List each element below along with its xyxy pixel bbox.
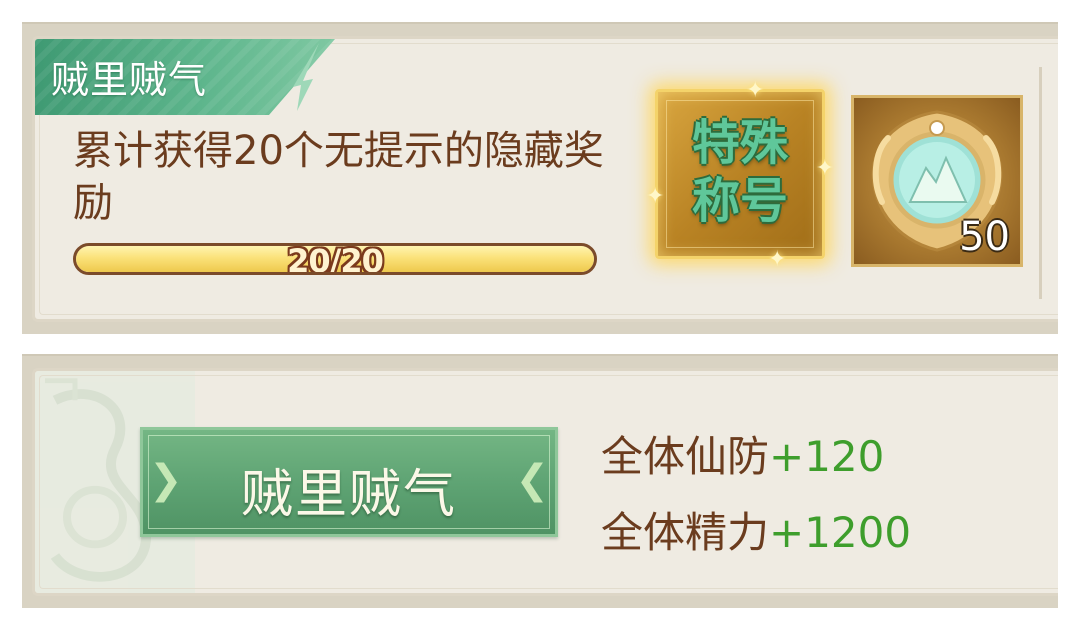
item-reward[interactable]: 50: [851, 95, 1023, 267]
achievement-panel: 贼里贼气 累计获得20个无提示的隐藏奖励 20/20 特殊 称号 ✦ ✦ ✦ ✦ …: [22, 22, 1058, 334]
attribute-list: 全体仙防+120 全体精力+1200: [601, 419, 911, 571]
banner-title: 贼里贼气: [240, 465, 457, 525]
sparkle-icon: ✦: [646, 184, 665, 209]
special-title-label: 特殊 称号: [691, 115, 788, 229]
attribute-row: 全体仙防+120: [601, 419, 911, 495]
item-count: 50: [959, 214, 1010, 260]
divider: [1039, 67, 1042, 299]
attribute-row: 全体精力+1200: [601, 495, 911, 571]
sparkle-icon: ✦: [746, 78, 765, 103]
attribute-value: +1200: [769, 508, 912, 557]
achievement-card: 贼里贼气 累计获得20个无提示的隐藏奖励 20/20 特殊 称号 ✦ ✦ ✦ ✦ …: [32, 36, 1058, 322]
achievement-title: 贼里贼气: [51, 58, 208, 102]
title-preview-panel: ❯ ❮ 贼里贼气 全体仙防+120 全体精力+1200: [22, 354, 1058, 608]
title-preview-card: ❯ ❮ 贼里贼气 全体仙防+120 全体精力+1200: [32, 368, 1058, 596]
progress-bar: 20/20: [73, 243, 597, 275]
sparkle-icon: ✦: [768, 247, 787, 272]
title-banner: ❯ ❮ 贼里贼气: [140, 427, 558, 537]
progress-text: 20/20: [287, 243, 384, 275]
attribute-name: 全体仙防: [601, 432, 770, 481]
sparkle-icon: ✦: [815, 156, 834, 181]
attribute-name: 全体精力: [601, 508, 770, 557]
special-title-reward[interactable]: 特殊 称号 ✦ ✦ ✦ ✦: [646, 78, 834, 272]
achievement-description: 累计获得20个无提示的隐藏奖励: [73, 128, 604, 226]
attribute-value: +120: [769, 432, 885, 481]
leaf-icon: [293, 43, 319, 111]
